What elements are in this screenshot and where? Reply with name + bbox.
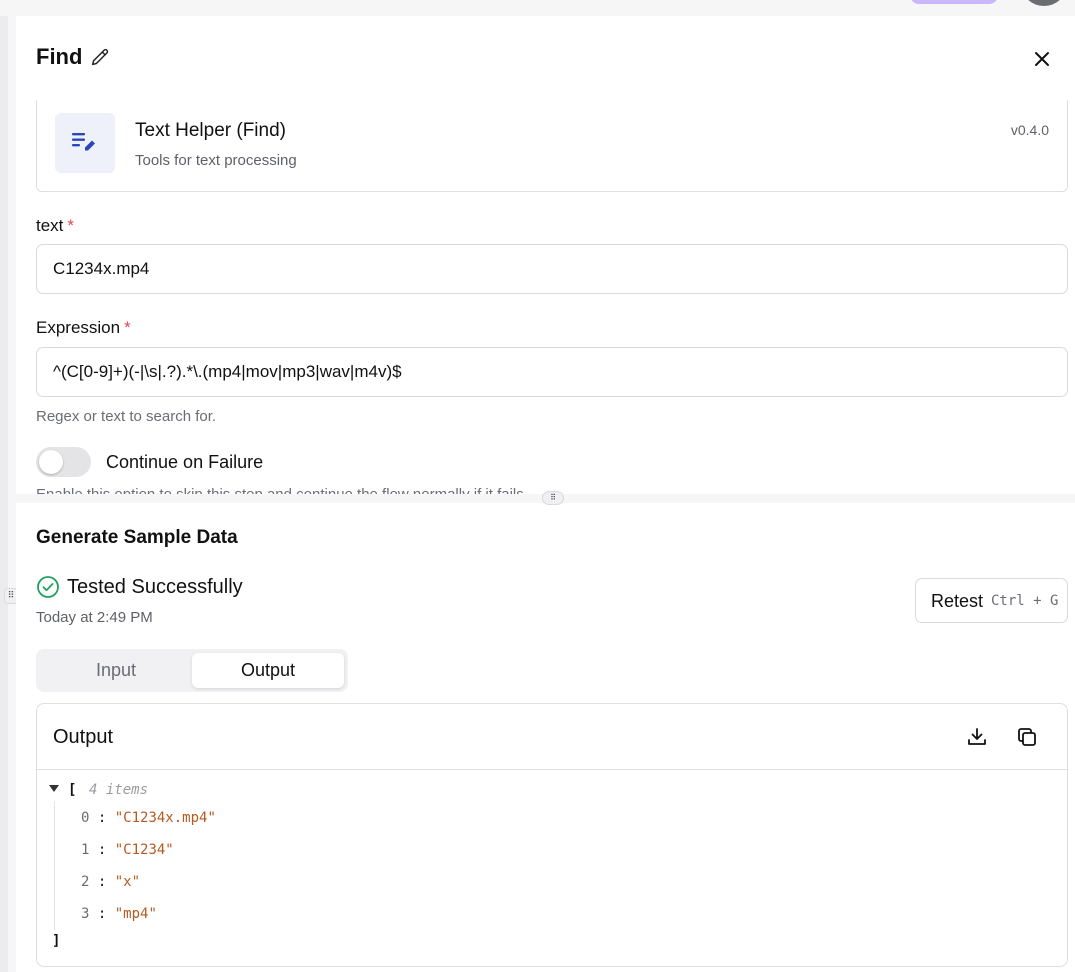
copy-icon[interactable] <box>1015 725 1039 749</box>
expression-field[interactable]: ^(C[0-9]+)(-|\s|.?).*\.(mp4|mov|mp3|wav|… <box>36 347 1068 397</box>
page: ⠿ Find Text Helper (Find) Tools for text… <box>0 0 1075 972</box>
test-status: Tested Successfully <box>67 576 243 598</box>
text-helper-icon <box>55 113 115 173</box>
toggle-knob <box>39 450 63 474</box>
test-timestamp: Today at 2:49 PM <box>36 609 153 626</box>
required-mark: * <box>67 216 75 235</box>
piece-name: Text Helper (Find) <box>135 120 286 141</box>
output-card: Output [ 4 items 0 : "C1234x.mp4" 1 : "C… <box>36 703 1068 967</box>
pencil-icon[interactable] <box>89 47 111 69</box>
piece-card: Text Helper (Find) Tools for text proces… <box>36 100 1068 192</box>
text-field-label: text * <box>36 216 75 235</box>
step-settings-panel: Find Text Helper (Find) Tools for text p… <box>16 16 1075 972</box>
json-open-bracket: [ <box>68 782 77 798</box>
top-action-button[interactable] <box>910 0 998 4</box>
expression-field-label: Expression * <box>36 318 131 337</box>
check-circle-icon <box>37 576 59 598</box>
collapse-caret-icon[interactable] <box>49 785 59 792</box>
retest-label: Retest <box>931 591 984 611</box>
step-title[interactable]: Find <box>36 44 82 70</box>
retest-shortcut: Ctrl + G <box>991 593 1059 609</box>
expression-help: Regex or text to search for. <box>36 408 217 425</box>
json-close-bracket: ] <box>52 933 61 949</box>
required-mark: * <box>124 318 131 337</box>
io-tabs: Input Output <box>36 649 348 692</box>
tab-output[interactable]: Output <box>192 653 344 688</box>
json-row: 1 : "C1234" <box>81 842 174 858</box>
drag-handle-icon[interactable]: ⠿ <box>542 491 564 505</box>
sample-data-title: Generate Sample Data <box>36 527 238 548</box>
download-icon[interactable] <box>965 725 989 749</box>
continue-on-failure-toggle[interactable] <box>36 447 91 477</box>
json-row: 0 : "C1234x.mp4" <box>81 810 216 826</box>
avatar[interactable] <box>1022 0 1066 6</box>
json-indent-guide <box>54 802 55 930</box>
piece-version: v0.4.0 <box>1010 122 1049 138</box>
output-title: Output <box>53 726 114 748</box>
close-icon[interactable] <box>1030 47 1054 71</box>
tab-input[interactable]: Input <box>40 653 192 688</box>
continue-on-failure-label: Continue on Failure <box>106 452 264 472</box>
left-resize-rail[interactable] <box>0 16 8 972</box>
json-value: "C1234" <box>114 842 174 858</box>
json-value: "mp4" <box>114 906 157 922</box>
json-row: 2 : "x" <box>81 874 141 890</box>
piece-description: Tools for text processing <box>135 152 297 169</box>
json-row: 3 : "mp4" <box>81 906 157 922</box>
output-header: Output <box>37 704 1067 770</box>
json-value: "x" <box>114 874 141 890</box>
json-value: "C1234x.mp4" <box>114 810 216 826</box>
json-item-count: 4 items <box>89 782 149 798</box>
retest-button[interactable]: Retest Ctrl + G <box>915 578 1068 623</box>
text-field[interactable]: C1234x.mp4 <box>36 244 1068 294</box>
